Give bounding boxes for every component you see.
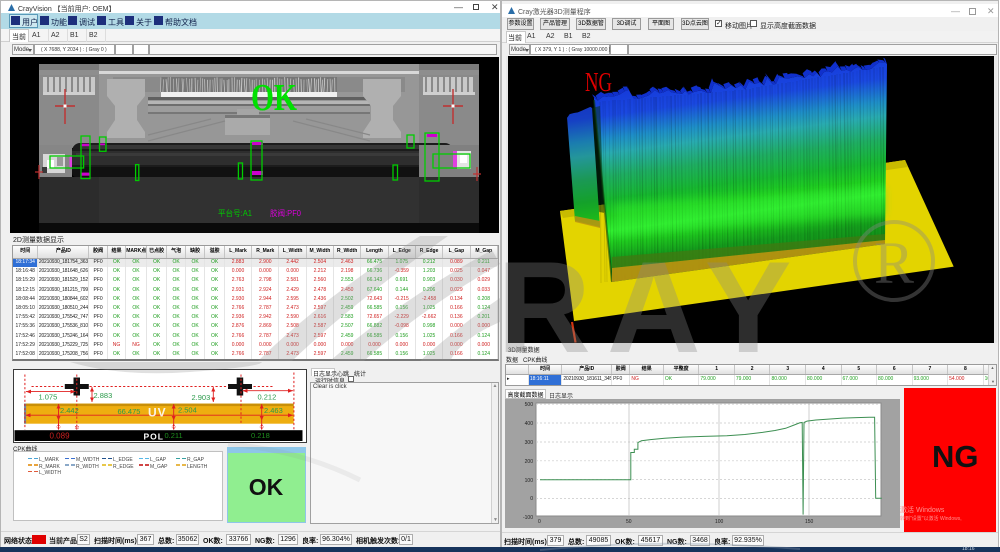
svg-text:2.883: 2.883 bbox=[94, 391, 113, 400]
svg-text:2.504: 2.504 bbox=[178, 406, 197, 415]
svg-text:0: 0 bbox=[538, 519, 541, 525]
svg-text:0: 0 bbox=[530, 496, 533, 502]
svg-text:0.212: 0.212 bbox=[258, 393, 277, 402]
svg-text:100: 100 bbox=[525, 478, 534, 484]
svg-text:400: 400 bbox=[525, 421, 534, 427]
svg-text:胶阀:PF0: 胶阀:PF0 bbox=[270, 208, 302, 218]
svg-text:100: 100 bbox=[715, 519, 724, 525]
svg-text:2.903: 2.903 bbox=[192, 393, 211, 402]
svg-text:平台号:A1: 平台号:A1 bbox=[218, 208, 253, 218]
svg-text:NG: NG bbox=[585, 67, 612, 97]
svg-text:OK: OK bbox=[251, 77, 297, 119]
svg-text:150: 150 bbox=[805, 519, 814, 525]
svg-text:66.475: 66.475 bbox=[118, 407, 141, 416]
svg-text:2.463: 2.463 bbox=[264, 406, 283, 415]
svg-text:0.089: 0.089 bbox=[50, 432, 71, 441]
svg-text:0.218: 0.218 bbox=[251, 431, 270, 440]
svg-text:50: 50 bbox=[626, 519, 632, 525]
svg-text:UV: UV bbox=[148, 406, 167, 420]
svg-text:0.211: 0.211 bbox=[165, 431, 183, 440]
svg-text:300: 300 bbox=[525, 440, 534, 446]
svg-text:-100: -100 bbox=[523, 515, 533, 521]
svg-text:POL: POL bbox=[144, 432, 164, 442]
svg-text:200: 200 bbox=[525, 459, 534, 465]
svg-text:1.075: 1.075 bbox=[39, 393, 58, 402]
svg-text:2.442: 2.442 bbox=[60, 406, 79, 415]
svg-text:500: 500 bbox=[525, 402, 534, 408]
